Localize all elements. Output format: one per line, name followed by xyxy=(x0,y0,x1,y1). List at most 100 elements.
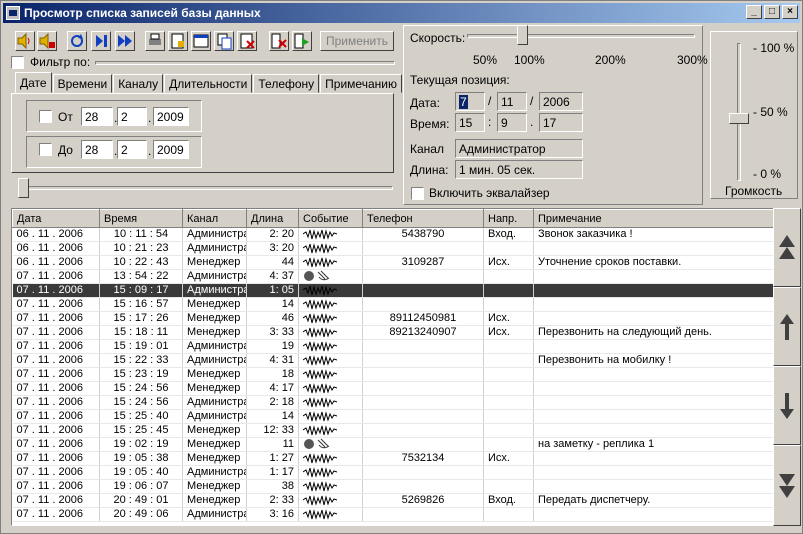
from-year-input[interactable]: 2009 xyxy=(153,107,189,126)
to-day-input[interactable]: 28 xyxy=(81,140,113,159)
tab-phone[interactable]: Телефону xyxy=(253,74,320,93)
export-button[interactable] xyxy=(292,31,312,51)
table-row[interactable]: 07 . 11 . 2006 15 : 18 : 11 Менеджер 3: 33 8… xyxy=(12,325,773,340)
title-bar[interactable]: Просмотр списка записей базы данных _ □ … xyxy=(3,3,800,23)
volume-slider-track[interactable] xyxy=(737,43,741,181)
speaker-play-button[interactable] xyxy=(15,31,35,51)
col-length[interactable]: Длина xyxy=(246,209,299,228)
col-note[interactable]: Примечание xyxy=(533,209,773,228)
playback-slider-thumb[interactable] xyxy=(18,178,29,198)
col-direction[interactable]: Напр. xyxy=(483,209,534,228)
table-row[interactable]: 07 . 11 . 2006 15 : 23 : 19 Менеджер 18 xyxy=(12,367,773,382)
table-row[interactable]: 07 . 11 . 2006 15 : 24 : 56 Менеджер 4: 17 xyxy=(12,381,773,396)
speed-label: Скорость: xyxy=(410,31,466,45)
table-row[interactable]: 07 . 11 . 2006 20 : 49 : 01 Менеджер 2: 33 5… xyxy=(12,493,773,508)
table-row[interactable]: 07 . 11 . 2006 15 : 16 : 57 Менеджер 14 xyxy=(12,297,773,312)
channel-value: Администратор xyxy=(455,139,583,158)
last-icon xyxy=(779,474,795,498)
next-record-button[interactable] xyxy=(773,366,801,445)
cell-length: 3: 33 xyxy=(246,325,299,340)
refresh-button[interactable] xyxy=(67,31,87,51)
col-phone[interactable]: Телефон xyxy=(362,209,484,228)
print-button[interactable] xyxy=(145,31,165,51)
cell-event xyxy=(298,325,363,340)
cell-time: 15 : 09 : 17 xyxy=(99,283,183,298)
table-row[interactable]: 07 . 11 . 200615 : 25 : 40Администратор1… xyxy=(12,409,773,424)
cell-length: 38 xyxy=(246,479,299,494)
table-row[interactable]: 07 . 11 . 2006 19 : 06 : 07 Менеджер 38 xyxy=(12,479,773,494)
table-row[interactable]: 06 . 11 . 2006 10 : 22 : 43 Менеджер 44 3109… xyxy=(12,255,773,270)
from-checkbox[interactable] xyxy=(39,110,52,123)
cell-event xyxy=(298,423,363,438)
col-date[interactable]: Дата xyxy=(12,209,100,228)
last-record-button[interactable] xyxy=(773,445,801,526)
minimize-button[interactable]: _ xyxy=(746,5,762,19)
waveform-icon xyxy=(303,382,337,394)
table-row[interactable]: 07 . 11 . 200615 : 19 : 01Администратор1… xyxy=(12,339,773,354)
tab-channel[interactable]: Каналу xyxy=(113,74,164,93)
cell-length: 46 xyxy=(246,311,299,326)
to-checkbox[interactable] xyxy=(39,143,52,156)
equalizer-checkbox[interactable] xyxy=(411,187,424,200)
delete-all-button[interactable] xyxy=(269,31,289,51)
cell-direction xyxy=(483,409,534,424)
delete-record-button[interactable] xyxy=(237,31,257,51)
table-row[interactable]: 07 . 11 . 200615 : 09 : 17Администратор1… xyxy=(12,283,773,298)
close-button[interactable]: × xyxy=(782,5,798,19)
apply-button[interactable]: Применить xyxy=(320,31,394,51)
cell-direction xyxy=(483,367,534,382)
volume-slider-thumb[interactable] xyxy=(729,113,749,124)
cell-event xyxy=(298,227,363,242)
tab-date[interactable]: Дате xyxy=(15,72,52,93)
cell-date: 07 . 11 . 2006 xyxy=(12,381,100,396)
fast-forward-button[interactable] xyxy=(115,31,135,51)
table-row[interactable]: 07 . 11 . 200615 : 24 : 56Администратор2… xyxy=(12,395,773,410)
cell-phone xyxy=(362,297,484,312)
length-value: 1 мин. 05 сек. xyxy=(455,160,583,179)
col-event[interactable]: Событие xyxy=(298,209,363,228)
table-row[interactable]: 06 . 11 . 200610 : 11 : 54Администратор2… xyxy=(12,227,773,242)
table-row[interactable]: 07 . 11 . 200619 : 05 : 40Администратор1… xyxy=(12,465,773,480)
table-row[interactable]: 07 . 11 . 2006 15 : 17 : 26 Менеджер 46 8911… xyxy=(12,311,773,326)
playback-slider-track[interactable] xyxy=(19,186,393,190)
window-button[interactable] xyxy=(191,31,211,51)
cell-note xyxy=(533,269,773,284)
table-row[interactable]: 07 . 11 . 200620 : 49 : 06Администратор3… xyxy=(12,507,773,522)
copy-button[interactable] xyxy=(214,31,234,51)
tab-note[interactable]: Примечанию xyxy=(320,74,402,93)
col-time[interactable]: Время xyxy=(99,209,183,228)
delete-all-icon xyxy=(271,33,287,49)
cell-note xyxy=(533,311,773,326)
table-row[interactable]: 07 . 11 . 2006 19 : 02 : 19 Менеджер 11 на з… xyxy=(12,437,773,452)
speaker-stop-button[interactable] xyxy=(37,31,57,51)
cell-phone: 7532134 xyxy=(362,451,484,466)
from-month-input[interactable]: 2 xyxy=(117,107,147,126)
first-record-button[interactable] xyxy=(773,208,801,287)
table-row[interactable]: 07 . 11 . 200613 : 54 : 22Администратор4… xyxy=(12,269,773,284)
maximize-button[interactable]: □ xyxy=(764,5,780,19)
table-row[interactable]: 06 . 11 . 200610 : 21 : 23Администратор3… xyxy=(12,241,773,256)
tab-time[interactable]: Времени xyxy=(52,74,113,93)
speed-slider-thumb[interactable] xyxy=(517,25,528,45)
play-pause-button[interactable] xyxy=(91,31,111,51)
cell-direction: Вход. xyxy=(483,227,534,242)
table-row[interactable]: 07 . 11 . 2006 19 : 05 : 38 Менеджер 1: 27 7… xyxy=(12,451,773,466)
cell-event xyxy=(298,353,363,368)
filter-checkbox[interactable] xyxy=(11,56,24,69)
to-year-input[interactable]: 2009 xyxy=(153,140,189,159)
from-day-input[interactable]: 28 xyxy=(81,107,113,126)
waveform-icon xyxy=(303,284,337,296)
new-note-button[interactable] xyxy=(168,31,188,51)
tab-duration[interactable]: Длительности xyxy=(164,74,253,93)
cell-direction xyxy=(483,381,534,396)
cell-time: 15 : 23 : 19 xyxy=(99,367,183,382)
records-grid[interactable]: Дата Время Канал Длина Событие Телефон Н… xyxy=(11,208,774,526)
prev-record-button[interactable] xyxy=(773,287,801,366)
table-row[interactable]: 07 . 11 . 200615 : 22 : 33Администратор4… xyxy=(12,353,773,368)
to-month-input[interactable]: 2 xyxy=(117,140,147,159)
col-channel[interactable]: Канал xyxy=(182,209,247,228)
channel-label: Канал xyxy=(410,142,444,156)
speed-slider-track[interactable] xyxy=(467,34,695,38)
cell-date: 07 . 11 . 2006 xyxy=(12,493,100,508)
table-row[interactable]: 07 . 11 . 2006 15 : 25 : 45 Менеджер 12: 33 xyxy=(12,423,773,438)
